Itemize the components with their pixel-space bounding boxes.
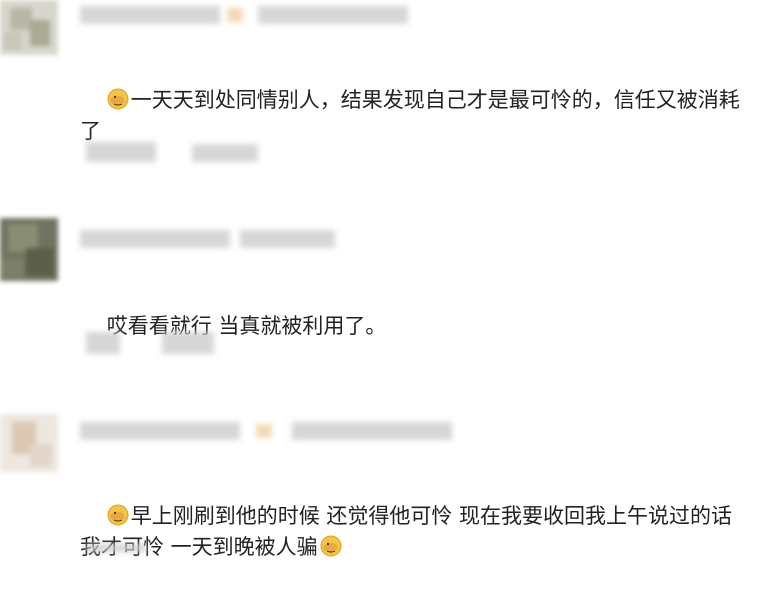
facepalm-emoji-icon bbox=[107, 88, 129, 110]
comment-item: 早上刚刷到他的时候 还觉得他可怜 现在我要收回我上午说过的话 我才可怜 一天到晚… bbox=[0, 414, 761, 559]
badge-blurred bbox=[256, 424, 272, 438]
username-blurred[interactable] bbox=[80, 6, 220, 24]
reply-action-blurred[interactable] bbox=[86, 544, 146, 552]
comment-actions-blurred bbox=[80, 326, 280, 356]
like-action-blurred[interactable] bbox=[192, 144, 258, 162]
comment-body: 一天天到处同情别人，结果发现自己才是最可怜的，信任又被消耗了 bbox=[80, 88, 740, 143]
comment-list: { "comments": [ { "text": "一天天到处同情别人，结果发… bbox=[0, 0, 761, 559]
facepalm-emoji-icon bbox=[320, 535, 342, 557]
timestamp-blurred bbox=[240, 230, 335, 248]
badge-blurred bbox=[227, 8, 243, 22]
comment-actions-blurred bbox=[80, 542, 280, 552]
comment-item: 哎看看就行 当真就被利用了。 bbox=[0, 218, 761, 383]
avatar-image bbox=[0, 414, 58, 472]
avatar[interactable] bbox=[0, 218, 58, 281]
comment-meta-blurred bbox=[80, 228, 340, 252]
like-action-blurred[interactable] bbox=[162, 332, 214, 354]
comment-item: 一天天到处同情别人，结果发现自己才是最可怜的，信任又被消耗了 bbox=[0, 0, 761, 190]
facepalm-emoji-icon bbox=[107, 504, 129, 526]
avatar-image bbox=[0, 218, 58, 281]
username-blurred[interactable] bbox=[80, 422, 240, 440]
avatar[interactable] bbox=[0, 414, 58, 472]
comment-actions-blurred bbox=[80, 136, 280, 166]
avatar[interactable] bbox=[0, 0, 58, 55]
avatar-image bbox=[0, 0, 58, 55]
comment-meta-blurred bbox=[80, 420, 460, 444]
username-blurred[interactable] bbox=[80, 230, 230, 248]
reply-action-blurred[interactable] bbox=[86, 142, 156, 162]
timestamp-blurred bbox=[258, 6, 408, 24]
reply-action-blurred[interactable] bbox=[86, 332, 120, 354]
comment-text: 早上刚刷到他的时候 还觉得他可怜 现在我要收回我上午说过的话 我才可怜 一天到晚… bbox=[80, 470, 750, 594]
timestamp-blurred bbox=[292, 422, 452, 440]
comment-meta-blurred bbox=[80, 4, 410, 28]
